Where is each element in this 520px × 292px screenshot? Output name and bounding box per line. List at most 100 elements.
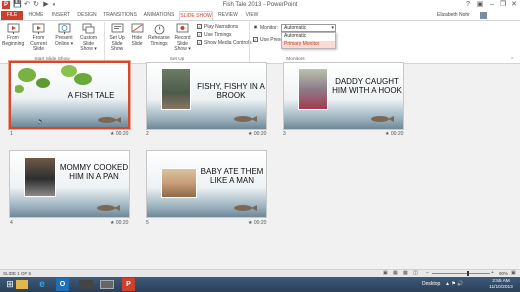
slide-duration: ★ 00:20 (110, 220, 129, 226)
desktop-label[interactable]: Desktop (422, 281, 440, 287)
slide-photo (161, 168, 197, 198)
slide-photo (24, 157, 56, 197)
tab-home[interactable]: HOME (25, 11, 47, 20)
tab-transitions[interactable]: TRANSITIONS (102, 11, 138, 20)
duration-value: 00:20 (253, 131, 267, 137)
custom-slide-show-button[interactable]: Custom Slide Show ▾ (75, 23, 102, 53)
zoom-slider[interactable] (432, 273, 490, 274)
slide-title: DADDY CAUGHT HIM WITH A HOOK (332, 77, 402, 95)
fish-image (371, 116, 394, 122)
reading-view-icon[interactable]: ▩ (403, 270, 408, 276)
monitor-select[interactable]: Automatic ▾ (281, 24, 336, 32)
monitor-label-row: ▣ Monitor: (253, 25, 278, 31)
hide-slide-icon (131, 23, 143, 33)
from-current-label-2: Current Slide (30, 40, 47, 52)
slide-number: 2 (146, 131, 149, 137)
setup-show-label-2: Slide Show (110, 40, 124, 52)
monitor-select-value: Automatic (284, 25, 307, 31)
dropdown-option-automatic[interactable]: Automatic (282, 33, 335, 41)
ribbon-tabs: FILE HOME INSERT DESIGN TRANSITIONS ANIM… (0, 11, 520, 20)
show-media-controls-checkbox[interactable]: ✓ Show Media Controls (197, 40, 252, 46)
fish-image (234, 205, 257, 211)
zoom-out-icon[interactable]: – (426, 270, 429, 276)
window-app-icon[interactable] (100, 280, 114, 289)
fish-image (97, 205, 120, 211)
slide-thumbnail-3[interactable]: DADDY CAUGHT HIM WITH A HOOK (283, 62, 404, 130)
media-app-icon[interactable] (79, 280, 93, 289)
clock-time: 2:55 AM (492, 279, 510, 284)
record-slide-show-button[interactable]: Record Slide Show ▾ (170, 23, 195, 53)
from-beginning-icon (7, 23, 19, 34)
tab-file[interactable]: FILE (1, 11, 23, 20)
from-current-slide-button[interactable]: From Current Slide (25, 23, 52, 53)
slide-title: FISHY, FISHY IN A BROOK (197, 82, 265, 100)
slide-photo (298, 68, 328, 110)
tab-review[interactable]: REVIEW (216, 11, 240, 20)
duration-value: 00:20 (115, 131, 129, 137)
present-online-button[interactable]: Present Online ▾ (54, 23, 74, 47)
slide-number: 3 (283, 131, 286, 137)
slide-title: A FISH TALE (67, 91, 115, 100)
set-up-slide-show-button[interactable]: Set Up Slide Show (107, 23, 127, 53)
help-icon[interactable]: ? (462, 0, 474, 10)
slide-show-icon[interactable]: ◫ (413, 270, 418, 276)
tab-insert[interactable]: INSERT (49, 11, 73, 20)
dropdown-option-primary-monitor[interactable]: Primary Monitor (282, 40, 335, 48)
duration-value: 00:20 (253, 220, 267, 226)
duration-value: 00:20 (390, 131, 404, 137)
use-timings-checkbox[interactable]: ✓ Use Timings (197, 32, 232, 38)
present-online-label-2: Online ▾ (54, 40, 74, 47)
group-divider (104, 22, 105, 62)
check-icon: ✓ (197, 32, 202, 38)
rehearse-label-2: Timings (150, 40, 168, 47)
slide-thumbnail-1[interactable]: A FISH TALE 🔈 (9, 61, 130, 129)
tab-view[interactable]: VIEW (243, 11, 261, 20)
ribbon-display-icon[interactable]: ▣ (474, 0, 486, 10)
close-button[interactable]: ✕ (508, 0, 520, 10)
slide-title: MOMMY COOKED HIM IN A PAN (59, 163, 129, 181)
outlook-icon[interactable]: O (56, 278, 69, 291)
collapse-ribbon-icon[interactable]: ⌃ (510, 57, 514, 63)
from-beginning-label-2: Beginning (2, 40, 25, 47)
use-presenter-view-checkbox[interactable]: ✓ Use Prese (253, 37, 283, 43)
tray-icons[interactable]: ▲ ⚑ 🔊 (445, 281, 463, 287)
monitor-icon: ▣ (253, 24, 258, 30)
user-name[interactable]: Elizabeth Nohr (437, 11, 470, 20)
show-media-controls-label: Show Media Controls (204, 40, 252, 46)
tab-animations[interactable]: ANIMATIONS (141, 11, 177, 20)
from-beginning-button[interactable]: From Beginning (2, 23, 24, 47)
from-current-slide-icon (32, 23, 45, 34)
check-icon: ✓ (253, 37, 258, 43)
present-online-icon (58, 23, 70, 34)
file-explorer-icon[interactable] (16, 280, 28, 289)
powerpoint-taskbar-icon[interactable]: P (122, 278, 135, 291)
internet-explorer-icon[interactable]: e (34, 278, 50, 291)
slide-duration: ★ 00:20 (248, 131, 267, 137)
slide-thumbnail-4[interactable]: MOMMY COOKED HIM IN A PAN (9, 150, 130, 218)
slide-thumbnail-2[interactable]: FISHY, FISHY IN A BROOK (146, 62, 267, 130)
zoom-level[interactable]: 90% (499, 271, 508, 276)
group-divider (249, 22, 250, 62)
play-narrations-checkbox[interactable]: ✓ Play Narrations (197, 24, 238, 30)
setup-show-icon (111, 23, 123, 33)
slide-number: 4 (10, 220, 13, 226)
slide-sorter-icon[interactable]: ▦ (393, 270, 398, 276)
custom-show-label: Custom Slide (79, 35, 98, 47)
use-presenter-label: Use Prese (260, 37, 284, 43)
normal-view-icon[interactable]: ▣ (383, 270, 388, 276)
slide-duration: ★ 00:20 (385, 131, 404, 137)
tab-design[interactable]: DESIGN (75, 11, 99, 20)
taskbar: ⊞ e O P Desktop ▲ ⚑ 🔊 2:55 AM 11/10/2013 (0, 277, 520, 292)
avatar[interactable] (480, 12, 487, 19)
tab-slide-show[interactable]: SLIDE SHOW (179, 11, 213, 20)
play-narrations-label: Play Narrations (204, 24, 239, 30)
slide-thumbnail-5[interactable]: BABY ATE THEM LIKE A MAN (146, 150, 267, 218)
hide-slide-button[interactable]: Hide Slide (129, 23, 145, 47)
fit-slide-icon[interactable]: ▣ (511, 270, 516, 276)
clock[interactable]: 2:55 AM 11/10/2013 (486, 279, 516, 290)
zoom-slider-handle[interactable] (467, 271, 469, 276)
rehearse-timings-button[interactable]: Rehearse Timings (148, 23, 170, 47)
zoom-in-icon[interactable]: + (491, 270, 494, 276)
monitor-label: Monitor: (260, 25, 279, 31)
chevron-down-icon: ▾ (331, 25, 334, 31)
